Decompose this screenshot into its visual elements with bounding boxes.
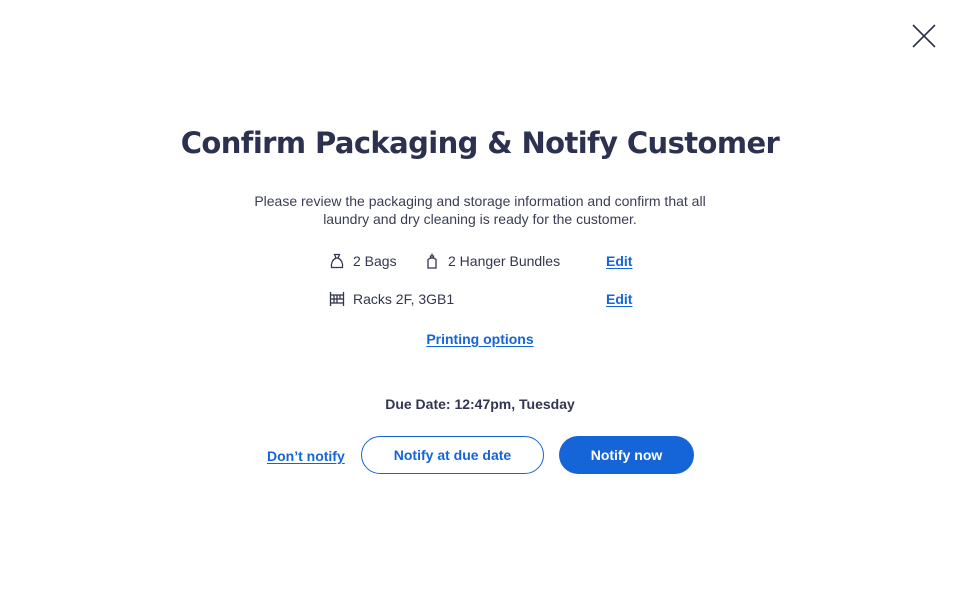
close-icon — [910, 22, 938, 50]
bags-item: 2 Bags — [328, 249, 397, 273]
hanger-bundle-icon — [423, 252, 441, 270]
racks-item: Racks 2F, 3GB1 — [328, 287, 454, 311]
bag-icon — [328, 252, 346, 270]
dont-notify-link[interactable]: Don’t notify — [267, 446, 345, 466]
edit-packaging-link[interactable]: Edit — [606, 249, 632, 273]
rack-icon — [328, 290, 346, 308]
notify-at-due-date-label: Notify at due date — [393, 447, 512, 463]
edit-storage-link[interactable]: Edit — [606, 287, 632, 311]
dialog-title: Confirm Packaging & Notify Customer — [180, 126, 780, 160]
dialog-description: Please review the packaging and storage … — [254, 193, 706, 227]
close-button[interactable] — [906, 18, 942, 54]
notify-now-button[interactable]: Notify now — [559, 436, 694, 474]
racks-label: Racks 2F, 3GB1 — [353, 291, 455, 307]
packaging-row: 2 Bags 2 Hanger Bundles Edit — [328, 249, 648, 273]
notify-now-label: Notify now — [590, 447, 663, 463]
hanger-bundles-label: 2 Hanger Bundles — [448, 253, 561, 269]
printing-options-link[interactable]: Printing options — [426, 331, 533, 347]
hanger-bundles-item: 2 Hanger Bundles — [423, 249, 560, 273]
due-date: Due Date: 12:47pm, Tuesday — [385, 396, 575, 412]
storage-row: Racks 2F, 3GB1 Edit — [328, 287, 648, 311]
bags-label: 2 Bags — [353, 253, 397, 269]
notify-at-due-date-button[interactable]: Notify at due date — [361, 436, 544, 474]
